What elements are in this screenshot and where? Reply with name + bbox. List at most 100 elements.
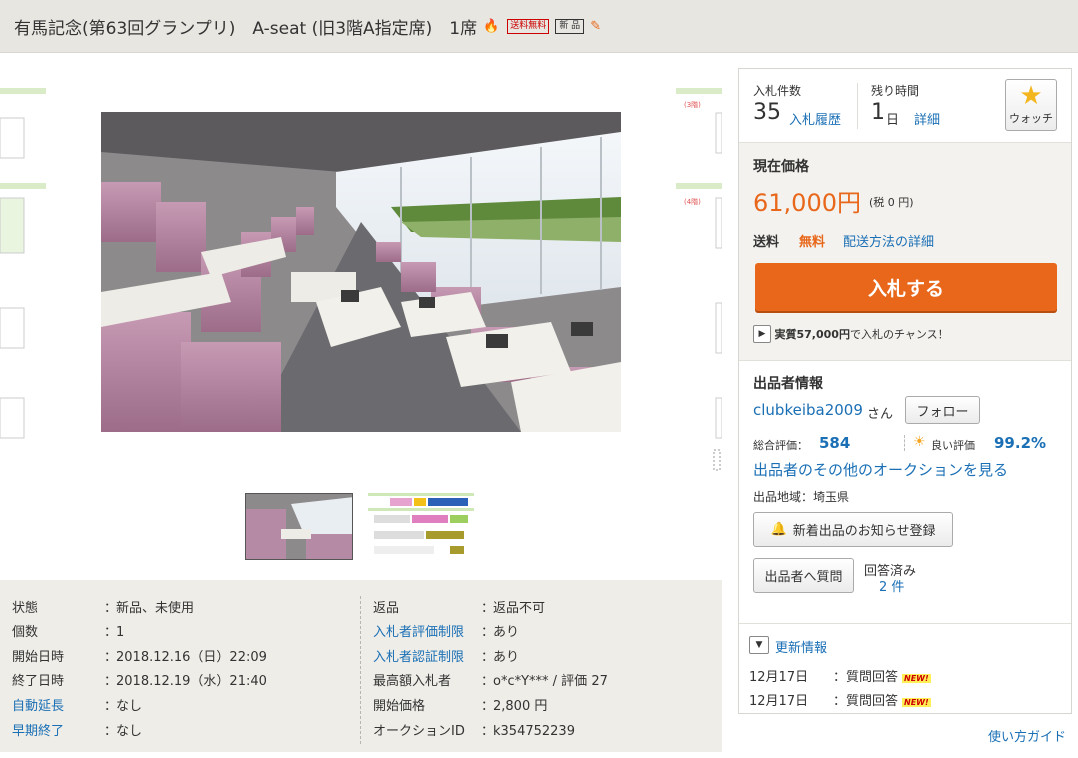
other-auctions-link[interactable]: 出品者のその他のオークションを見る [753, 459, 1008, 480]
detail-row: オークションID ：k354752239 [373, 720, 575, 739]
detail-value: 2,800 円 [493, 699, 548, 714]
usage-guide-link[interactable]: 使い方ガイド [988, 726, 1066, 745]
detail-value: 返品不可 [493, 601, 546, 616]
detail-row: 自動延長 ：なし [12, 695, 142, 714]
title-bar: 有馬記念(第63回グランプリ) A-seat (旧3階A指定席) 1席 🔥 送料… [0, 0, 1078, 53]
detail-value: あり [493, 650, 520, 665]
floor-label-3: (3階) [684, 101, 701, 109]
details-divider [360, 596, 361, 744]
detail-row: 終了日時 ：2018.12.19（水）21:40 [12, 670, 267, 689]
prev-image-edge[interactable] [0, 88, 46, 468]
star-icon: ★ [1019, 81, 1043, 111]
total-rating-value[interactable]: 584 [819, 434, 850, 452]
shipping-value: 無料 [799, 235, 826, 250]
watch-button[interactable]: ★ ウォッチ [1005, 79, 1057, 131]
detail-label: 開始価格 [373, 699, 426, 714]
bid-stats: 入札件数 35 入札履歴 残り時間 1 日 詳細 ★ ウォッチ [739, 69, 1071, 143]
detail-row: 最高額入札者 ：o*c*Y*** / 評価 27 [373, 670, 608, 689]
seller-region: 出品地域：埼玉県 [753, 490, 850, 504]
time-left-unit: 日 [886, 113, 900, 128]
bidder-verification-link[interactable]: 入札者認証制限 [373, 646, 481, 665]
detail-label: オークションID [373, 724, 465, 739]
thumbnail-photo[interactable] [245, 493, 353, 560]
main-photo[interactable] [101, 112, 621, 432]
new-item-badge: 新 品 [555, 18, 585, 34]
bid-button[interactable]: 入札する [755, 263, 1057, 311]
detail-row: 開始価格 ：2,800 円 [373, 695, 547, 714]
detail-value: なし [116, 699, 143, 714]
update-item: 12月17日 ：質問回答 NEW! [749, 666, 931, 685]
new-tag: NEW! [902, 698, 931, 707]
seller-name-suffix: さん [867, 407, 894, 422]
update-text: ：質問回答 [833, 670, 899, 685]
pin-icon: ✎ [590, 18, 602, 34]
tax-amount: (税 0 円) [869, 196, 914, 209]
detail-value: なし [116, 724, 143, 739]
detail-row: 状態 ：新品、未使用 [12, 597, 194, 616]
chance-text: で入札のチャンス！ [849, 328, 949, 341]
seller-heading: 出品者情報 [753, 376, 823, 392]
detail-value: k354752239 [493, 724, 575, 739]
detail-value: o*c*Y*** / 評価 27 [493, 674, 608, 689]
seller-section: 出品者情報 clubkeiba2009 さん フォロー 総合評価： 584 ☀ … [739, 361, 1071, 624]
free-shipping-badge: 送料無料 [507, 18, 550, 34]
detail-row: 入札者認証制限 ：あり [373, 646, 519, 665]
update-date: 12月17日 [749, 670, 809, 685]
stats-divider [857, 83, 858, 129]
item-details: 状態 ：新品、未使用 個数 ：1 開始日時 ：2018.12.16（日）22:09 終… [0, 580, 722, 752]
notify-new-listings-button[interactable]: 🔔 新着出品のお知らせ登録 [753, 512, 953, 547]
time-left-value: 1 [871, 100, 885, 125]
bidder-rating-limit-link[interactable]: 入札者評価制限 [373, 621, 481, 640]
good-rating-value[interactable]: 99.2% [994, 434, 1046, 452]
detail-label: 最高額入札者 [373, 674, 452, 689]
early-end-link[interactable]: 早期終了 [12, 720, 104, 739]
price-section: 現在価格 61,000円 (税 0 円) 送料 無料 配送方法の詳細 入札する … [739, 143, 1071, 361]
follow-button[interactable]: フォロー [905, 396, 980, 424]
detail-value: 1 [116, 625, 125, 640]
answered-count-link[interactable]: 2 件 [879, 576, 904, 595]
chance-row: ▶ 実質57,000円で入札のチャンス！ [753, 325, 949, 343]
detail-row: 入札者評価制限 ：あり [373, 621, 519, 640]
bid-history-link[interactable]: 入札履歴 [789, 109, 841, 128]
fire-icon: 🔥 [483, 18, 500, 34]
bid-panel: 入札件数 35 入札履歴 残り時間 1 日 詳細 ★ ウォッチ 現在価格 61,… [738, 68, 1072, 714]
good-rating-label: 良い評価 [931, 439, 975, 452]
shipping-method-link[interactable]: 配送方法の詳細 [843, 231, 934, 250]
ask-seller-button[interactable]: 出品者へ質問 [753, 558, 854, 593]
sun-icon: ☀ [913, 434, 926, 450]
update-item: 12月17日 ：質問回答 NEW! [749, 690, 931, 709]
detail-label: 状態 [12, 601, 39, 616]
play-icon: ▶ [753, 325, 771, 343]
updates-heading[interactable]: 更新情報 [775, 637, 827, 656]
update-date: 12月17日 [749, 694, 809, 709]
update-text: ：質問回答 [833, 694, 899, 709]
thumbnail-seatmap[interactable] [368, 493, 474, 560]
auto-extend-link[interactable]: 自動延長 [12, 695, 104, 714]
detail-value: 新品、未使用 [116, 601, 195, 616]
image-gallery: (3階) (4階) [0, 68, 722, 573]
detail-label: 開始日時 [12, 650, 65, 665]
shipping-label: 送料 [753, 235, 780, 250]
bell-icon: 🔔 [770, 522, 787, 537]
collapse-toggle-icon[interactable]: ▼ [749, 636, 769, 654]
bid-count-label: 入札件数 [753, 84, 802, 98]
total-rating-label: 総合評価： [753, 439, 808, 452]
seller-name-link[interactable]: clubkeiba2009 [753, 401, 863, 419]
current-price-value: 61,000円 [753, 189, 861, 217]
updates-section: ▼ 更新情報 12月17日 ：質問回答 NEW! 12月17日 ：質問回答 NEW! [739, 624, 1071, 714]
detail-label: 終了日時 [12, 674, 65, 689]
rating-divider [904, 435, 905, 451]
detail-row: 返品 ：返品不可 [373, 597, 545, 616]
next-image-edge[interactable] [676, 88, 722, 478]
detail-value: あり [493, 625, 520, 640]
floor-label-4: (4階) [684, 198, 701, 206]
new-tag: NEW! [902, 674, 931, 683]
detail-label: 返品 [373, 601, 400, 616]
detail-value: 2018.12.16（日）22:09 [116, 650, 267, 665]
detail-row: 早期終了 ：なし [12, 720, 142, 739]
time-left-label: 残り時間 [871, 84, 920, 98]
detail-label: 個数 [12, 625, 39, 640]
detail-row: 個数 ：1 [12, 621, 124, 640]
bid-count-value: 35 [753, 100, 781, 125]
time-detail-link[interactable]: 詳細 [914, 109, 940, 128]
